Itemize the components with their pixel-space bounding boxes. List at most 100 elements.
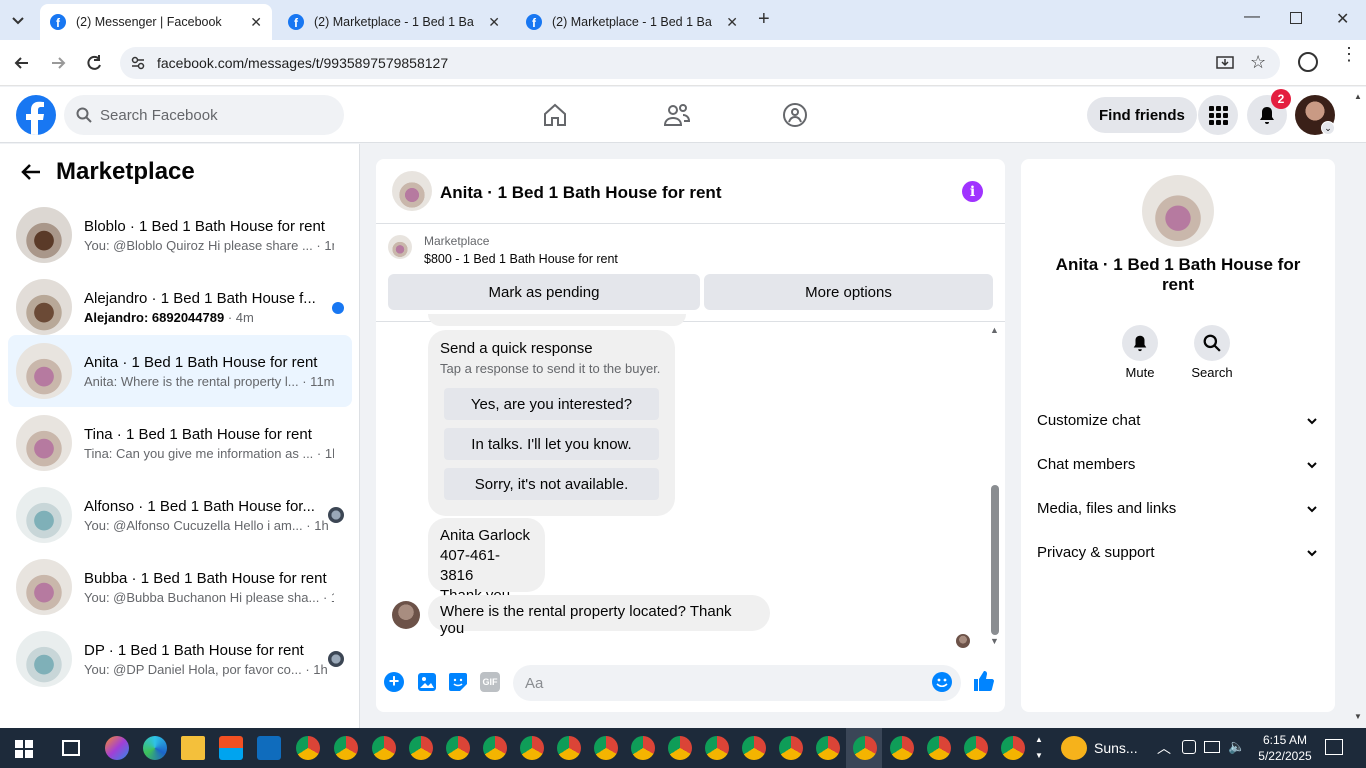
forward-icon[interactable] bbox=[48, 53, 68, 73]
device-icon[interactable] bbox=[1182, 740, 1196, 754]
mute-bell-icon[interactable] bbox=[1122, 325, 1158, 361]
chrome-icon[interactable] bbox=[705, 736, 729, 760]
weather-sun-icon[interactable] bbox=[1061, 736, 1087, 760]
chrome-icon[interactable] bbox=[446, 736, 470, 760]
chrome-icon[interactable] bbox=[483, 736, 507, 760]
chrome-icon[interactable] bbox=[409, 736, 433, 760]
browser-menu-icon[interactable]: ⋮ bbox=[1340, 45, 1358, 63]
chrome-icon[interactable] bbox=[372, 736, 396, 760]
sender-avatar[interactable] bbox=[392, 601, 420, 629]
plus-icon[interactable]: + bbox=[384, 672, 404, 692]
chrome-icon[interactable] bbox=[594, 736, 618, 760]
restore-icon[interactable] bbox=[1290, 12, 1302, 24]
message-scrollbar-thumb[interactable] bbox=[991, 485, 999, 635]
task-view-icon[interactable] bbox=[62, 740, 80, 756]
bookmark-star-icon[interactable]: ☆ bbox=[1250, 52, 1266, 73]
customize-chat-section[interactable]: Customize chat bbox=[1037, 412, 1319, 429]
close-icon[interactable]: ✕ bbox=[488, 14, 500, 31]
thumbs-up-icon[interactable] bbox=[972, 670, 994, 692]
windows-start-icon[interactable] bbox=[15, 740, 33, 758]
chrome-icon[interactable] bbox=[816, 736, 840, 760]
new-tab-icon[interactable]: + bbox=[758, 8, 770, 31]
quick-response-option[interactable]: In talks. I'll let you know. bbox=[444, 428, 659, 460]
volume-icon[interactable]: 🔈 bbox=[1228, 738, 1245, 755]
conversation-item-alejandro[interactable]: Alejandro · 1 Bed 1 Bath House f... Alej… bbox=[8, 271, 352, 343]
chat-title[interactable]: Anita · 1 Bed 1 Bath House for rent bbox=[440, 183, 721, 203]
chrome-icon[interactable] bbox=[927, 736, 951, 760]
tab-marketplace-1[interactable]: f (2) Marketplace - 1 Bed 1 Bath ✕ bbox=[278, 4, 510, 40]
back-arrow-icon[interactable] bbox=[20, 161, 42, 183]
menu-grid-icon[interactable] bbox=[1198, 95, 1238, 135]
quick-response-option[interactable]: Sorry, it's not available. bbox=[444, 468, 659, 500]
friends-icon[interactable] bbox=[663, 102, 691, 128]
conversation-item-alfonso[interactable]: Alfonso · 1 Bed 1 Bath House for... You:… bbox=[8, 479, 352, 551]
chrome-icon[interactable] bbox=[964, 736, 988, 760]
mark-as-pending-button[interactable]: Mark as pending bbox=[388, 274, 700, 310]
chevron-up-icon[interactable]: ︿ bbox=[1157, 738, 1171, 758]
tab-list-chevron-icon[interactable] bbox=[8, 10, 28, 30]
privacy-support-section[interactable]: Privacy & support bbox=[1037, 544, 1319, 561]
back-icon[interactable] bbox=[12, 53, 32, 73]
outlook-icon[interactable] bbox=[257, 736, 281, 760]
omnibox[interactable]: facebook.com/messages/t/9935897579858127… bbox=[120, 47, 1280, 79]
home-icon[interactable] bbox=[542, 102, 568, 128]
taskbar-scroll-arrows[interactable]: ▲ ▼ bbox=[1035, 732, 1043, 764]
edge-icon[interactable] bbox=[143, 736, 167, 760]
window-close-icon[interactable]: ✕ bbox=[1336, 9, 1349, 29]
notification-center-icon[interactable] bbox=[1325, 739, 1343, 755]
chrome-icon[interactable] bbox=[557, 736, 581, 760]
minimize-icon[interactable]: — bbox=[1244, 8, 1260, 26]
page-scroll-down-arrow[interactable]: ▼ bbox=[1354, 712, 1362, 721]
more-options-button[interactable]: More options bbox=[704, 274, 993, 310]
site-info-icon[interactable] bbox=[130, 55, 146, 71]
chrome-icon[interactable] bbox=[631, 736, 655, 760]
copilot-icon[interactable] bbox=[105, 736, 129, 760]
chrome-icon[interactable] bbox=[779, 736, 803, 760]
find-friends-button[interactable]: Find friends bbox=[1087, 97, 1197, 133]
chrome-icon[interactable] bbox=[296, 736, 320, 760]
search-input[interactable]: Search Facebook bbox=[64, 95, 344, 135]
scroll-down-arrow[interactable]: ▼ bbox=[990, 636, 999, 646]
chrome-icon[interactable] bbox=[334, 736, 358, 760]
scroll-up-arrow[interactable]: ▲ bbox=[990, 325, 999, 335]
install-app-icon[interactable] bbox=[1216, 54, 1234, 72]
conversation-item-dp[interactable]: DP · 1 Bed 1 Bath House for rent You: @D… bbox=[8, 623, 352, 695]
chat-members-section[interactable]: Chat members bbox=[1037, 456, 1319, 473]
reload-icon[interactable] bbox=[84, 53, 104, 73]
media-files-links-section[interactable]: Media, files and links bbox=[1037, 500, 1319, 517]
chat-avatar[interactable] bbox=[392, 171, 432, 211]
groups-icon[interactable] bbox=[782, 102, 808, 128]
network-icon[interactable] bbox=[1204, 741, 1220, 753]
info-icon[interactable]: i bbox=[962, 181, 983, 202]
listing-title[interactable]: $800 - 1 Bed 1 Bath House for rent bbox=[424, 252, 618, 266]
chrome-icon[interactable] bbox=[890, 736, 914, 760]
chevron-down-icon[interactable]: ⌄ bbox=[1321, 121, 1335, 135]
weather-text[interactable]: Suns... bbox=[1094, 740, 1138, 756]
chrome-icon[interactable] bbox=[520, 736, 544, 760]
conversation-item-tina[interactable]: Tina · 1 Bed 1 Bath House for rent Tina:… bbox=[8, 407, 352, 479]
quick-response-option[interactable]: Yes, are you interested? bbox=[444, 388, 659, 420]
search-icon[interactable] bbox=[1194, 325, 1230, 361]
tab-marketplace-2[interactable]: f (2) Marketplace - 1 Bed 1 Bath ✕ bbox=[516, 4, 748, 40]
conversation-item-anita[interactable]: Anita · 1 Bed 1 Bath House for rent Anit… bbox=[8, 335, 352, 407]
details-avatar[interactable] bbox=[1142, 175, 1214, 247]
chrome-icon[interactable] bbox=[668, 736, 692, 760]
gif-icon[interactable]: GIF bbox=[480, 672, 500, 692]
page-scroll-up-arrow[interactable]: ▲ bbox=[1354, 92, 1362, 101]
chrome-icon[interactable] bbox=[1001, 736, 1025, 760]
close-icon[interactable]: ✕ bbox=[726, 14, 738, 31]
conversation-item-bubba[interactable]: Bubba · 1 Bed 1 Bath House for rent You:… bbox=[8, 551, 352, 623]
tab-messenger[interactable]: f (2) Messenger | Facebook ✕ bbox=[40, 4, 272, 40]
file-explorer-icon[interactable] bbox=[181, 736, 205, 760]
close-icon[interactable]: ✕ bbox=[250, 14, 262, 31]
sticker-icon[interactable] bbox=[448, 672, 468, 692]
photo-icon[interactable] bbox=[417, 672, 437, 692]
facebook-logo[interactable] bbox=[16, 95, 56, 135]
message-input[interactable]: Aa bbox=[513, 665, 961, 701]
store-icon[interactable] bbox=[219, 736, 243, 760]
chrome-icon[interactable] bbox=[853, 736, 877, 760]
clock[interactable]: 6:15 AM 5/22/2025 bbox=[1255, 732, 1315, 764]
chrome-icon[interactable] bbox=[742, 736, 766, 760]
profile-icon[interactable] bbox=[1298, 52, 1318, 72]
emoji-icon[interactable] bbox=[932, 672, 952, 692]
